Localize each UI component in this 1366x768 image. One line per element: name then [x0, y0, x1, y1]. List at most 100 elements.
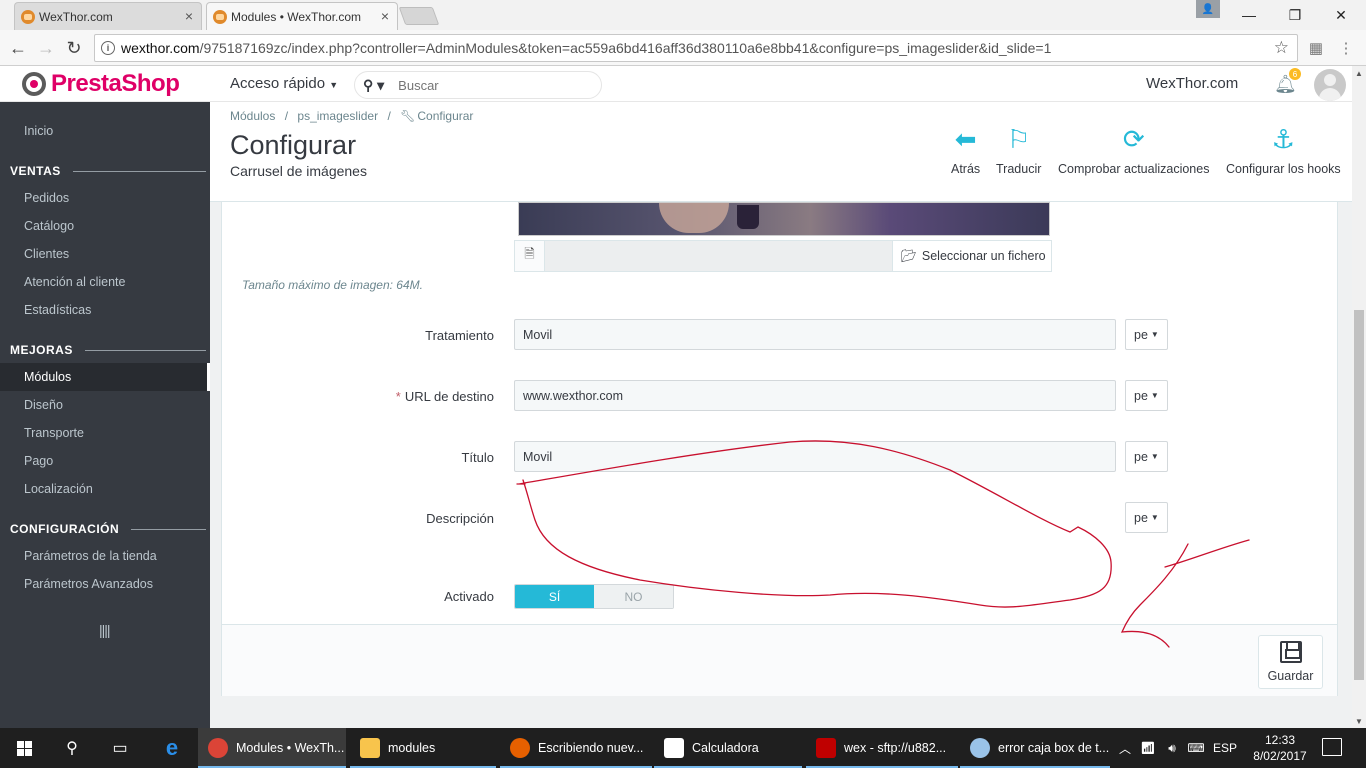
sidebar-item-inicio[interactable]: Inicio [0, 117, 210, 145]
page-scrollbar[interactable]: ▲ ▼ [1352, 66, 1366, 728]
save-button[interactable]: Guardar [1258, 635, 1323, 689]
taskbar-app-paint[interactable]: error caja box de t... [960, 728, 1110, 768]
sidebar-item-clientes[interactable]: Clientes [0, 240, 210, 268]
taskbar-app-explorer[interactable]: modules [350, 728, 496, 768]
site-favicon-icon [213, 10, 227, 24]
taskbar-app-chrome[interactable]: Modules • WexTh... [198, 728, 346, 768]
address-bar[interactable]: i wexthor.com/975187169zc/index.php?cont… [94, 34, 1298, 62]
extension-icon[interactable]: ▦ [1306, 38, 1326, 58]
section-title: CONFIGURACIÓN [10, 522, 120, 536]
breadcrumb: Módulos / ps_imageslider / 🔧︎ Configurar [230, 109, 474, 123]
folder-icon [360, 738, 380, 758]
prestashop-logo-icon[interactable] [22, 72, 46, 96]
scroll-up-icon[interactable]: ▲ [1352, 66, 1366, 80]
select-file-button[interactable]: 📂︎ Seleccionar un fichero [893, 241, 1051, 271]
collapse-menu-icon[interactable]: |||| [99, 622, 111, 638]
anchor-icon: ⚓︎ [1271, 124, 1295, 154]
sidebar-item-diseno[interactable]: Diseño [0, 391, 210, 419]
task-view-icon[interactable]: ▭ [96, 728, 144, 768]
main-content: 🗎 📂︎ Seleccionar un fichero Tamaño máxim… [210, 202, 1352, 728]
flag-icon: ⚐ [1007, 124, 1031, 154]
tratamiento-language-dropdown[interactable]: pe ▼ [1125, 319, 1168, 350]
sidebar-item-atencion-cliente[interactable]: Atención al cliente [0, 268, 210, 296]
quick-access-dropdown[interactable]: Acceso rápido ▼ [230, 75, 338, 92]
descripcion-language-dropdown[interactable]: pe ▼ [1125, 502, 1168, 533]
close-window-icon[interactable]: ✕ [1318, 0, 1364, 30]
maximize-icon[interactable]: ❐ [1272, 0, 1318, 30]
save-button-label: Guardar [1267, 669, 1314, 683]
translate-button[interactable]: ⚐ Traducir [996, 124, 1041, 176]
taskbar-app-filezilla[interactable]: wex - sftp://u882... [806, 728, 958, 768]
sidebar-item-transporte[interactable]: Transporte [0, 419, 210, 447]
sidebar-item-localizacion[interactable]: Localización [0, 475, 210, 503]
arrow-left-circle-icon: ⬅ [954, 124, 977, 154]
refresh-icon: ⟳ [1122, 124, 1145, 154]
file-name-field[interactable] [545, 241, 893, 271]
url-language-dropdown[interactable]: pe ▼ [1125, 380, 1168, 411]
browser-tab[interactable]: WexThor.com × [14, 2, 202, 30]
shop-name-link[interactable]: WexThor.com [1146, 75, 1238, 92]
browser-toolbar: ← → ↻ i wexthor.com/975187169zc/index.ph… [0, 30, 1366, 66]
input-language[interactable]: ESP [1208, 741, 1242, 755]
sidebar-item-modulos[interactable]: Módulos [0, 363, 210, 391]
sidebar-item-catalogo[interactable]: Catálogo [0, 212, 210, 240]
browser-tab-active[interactable]: Modules • WexThor.com × [206, 2, 398, 30]
search-icon[interactable]: ⚲ [48, 728, 96, 768]
slide-image-preview [518, 202, 1050, 236]
url-input[interactable] [514, 380, 1116, 411]
switch-yes[interactable]: SÍ [515, 585, 594, 608]
network-icon[interactable]: 📶︎ [1136, 741, 1160, 755]
edge-browser-icon[interactable]: e [148, 728, 196, 768]
scroll-down-icon[interactable]: ▼ [1352, 714, 1366, 728]
file-icon: 🗎 [515, 241, 545, 271]
calculator-icon [664, 738, 684, 758]
show-hidden-icons-icon[interactable]: ︿ [1114, 740, 1136, 757]
prestashop-logo-text[interactable]: PrestaShop [51, 70, 180, 98]
url-host: wexthor.com [121, 40, 200, 56]
volume-icon[interactable]: 🔊︎ [1160, 741, 1184, 756]
windows-taskbar: ⚲ ▭ e Modules • WexTh... modules Escribi… [0, 728, 1366, 768]
breadcrumb-item[interactable]: ps_imageslider [297, 109, 378, 123]
system-clock[interactable]: 12:33 8/02/2017 [1250, 732, 1310, 764]
activado-switch[interactable]: SÍ NO [514, 584, 674, 609]
page-subtitle: Carrusel de imágenes [230, 163, 367, 179]
browser-profile-icon[interactable]: 👤 [1196, 0, 1220, 18]
clock-date: 8/02/2017 [1253, 749, 1307, 763]
sidebar-item-parametros-tienda[interactable]: Parámetros de la tienda [0, 542, 210, 570]
switch-no[interactable]: NO [594, 585, 673, 608]
back-button[interactable]: ⬅ Atrás [951, 124, 980, 176]
descripcion-label: Descripción [426, 511, 494, 526]
sidebar-item-pago[interactable]: Pago [0, 447, 210, 475]
browser-menu-icon[interactable]: ⋮ [1336, 38, 1356, 58]
site-info-icon[interactable]: i [101, 41, 115, 55]
configure-hooks-button[interactable]: ⚓︎ Configurar los hooks [1226, 124, 1341, 176]
search-input[interactable] [398, 77, 579, 93]
url-path: /975187169zc/index.php?controller=AdminM… [199, 40, 1052, 56]
check-updates-button[interactable]: ⟳ Comprobar actualizaciones [1058, 124, 1209, 176]
titulo-language-dropdown[interactable]: pe ▼ [1125, 441, 1168, 472]
new-tab-button[interactable] [398, 7, 440, 25]
keyboard-icon[interactable]: ⌨ [1184, 741, 1208, 755]
back-icon[interactable]: ← [6, 36, 30, 60]
close-tab-icon[interactable]: × [185, 8, 193, 24]
sidebar-item-pedidos[interactable]: Pedidos [0, 184, 210, 212]
taskbar-app-firefox[interactable]: Escribiendo nuev... [500, 728, 652, 768]
sidebar-item-estadisticas[interactable]: Estadísticas [0, 296, 210, 324]
action-center-icon[interactable] [1322, 738, 1342, 756]
forward-icon[interactable]: → [34, 36, 58, 60]
titulo-input[interactable] [514, 441, 1116, 472]
file-upload: 🗎 📂︎ Seleccionar un fichero [514, 240, 1052, 272]
bookmark-star-icon[interactable]: ☆ [1274, 38, 1289, 58]
search-icon[interactable]: ⚲ ▾ [363, 77, 384, 94]
sidebar-item-parametros-avanzados[interactable]: Parámetros Avanzados [0, 570, 210, 598]
breadcrumb-item[interactable]: Módulos [230, 109, 275, 123]
minimize-icon[interactable]: — [1226, 0, 1272, 30]
start-button[interactable] [0, 728, 48, 768]
employee-avatar[interactable] [1314, 69, 1346, 101]
close-tab-icon[interactable]: × [381, 8, 389, 24]
sidebar-section-configuracion: CONFIGURACIÓN [10, 522, 206, 536]
taskbar-app-calculator[interactable]: Calculadora [654, 728, 802, 768]
reload-icon[interactable]: ↻ [62, 36, 86, 60]
tratamiento-input[interactable] [514, 319, 1116, 350]
scrollbar-thumb[interactable] [1354, 310, 1364, 680]
